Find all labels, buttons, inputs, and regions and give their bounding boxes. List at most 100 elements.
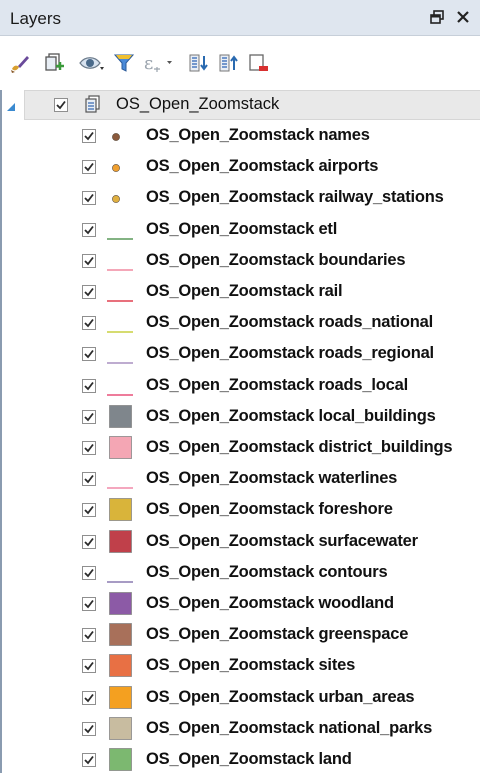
layer-label: OS_Open_Zoomstack contours [146, 562, 388, 581]
expand-all-icon[interactable] [186, 51, 210, 75]
layer-row[interactable]: OS_Open_Zoomstack airports [2, 151, 480, 182]
remove-layer-icon[interactable] [246, 51, 270, 75]
layer-row[interactable]: OS_Open_Zoomstack foreshore [2, 494, 480, 525]
line-symbol-icon [107, 384, 133, 402]
layer-checkbox[interactable] [82, 721, 96, 736]
panel-titlebar: Layers [0, 0, 480, 36]
layer-row[interactable]: OS_Open_Zoomstack roads_national [2, 307, 480, 338]
layer-checkbox[interactable] [82, 378, 96, 393]
layer-row[interactable]: OS_Open_Zoomstack sites [2, 650, 480, 681]
layer-label: OS_Open_Zoomstack roads_regional [146, 344, 434, 363]
layer-row[interactable]: OS_Open_Zoomstack surfacewater [2, 526, 480, 557]
layer-checkbox[interactable] [82, 316, 96, 331]
layer-label: OS_Open_Zoomstack names [146, 126, 370, 144]
fill-symbol-icon [109, 654, 133, 682]
layer-checkbox[interactable] [82, 129, 96, 143]
layer-label: OS_Open_Zoomstack local_buildings [146, 406, 436, 425]
layer-row[interactable]: OS_Open_Zoomstack national_parks [2, 713, 480, 744]
layer-row[interactable]: OS_Open_Zoomstack names [2, 120, 480, 151]
layer-checkbox[interactable] [82, 253, 96, 268]
layer-label: OS_Open_Zoomstack boundaries [146, 250, 406, 269]
fill-symbol-icon [109, 498, 133, 526]
layer-row[interactable]: OS_Open_Zoomstack contours [2, 557, 480, 588]
layer-tree: OS_Open_Zoomstack OS_Open_Zoomstack name… [0, 90, 480, 773]
group-checkbox[interactable] [54, 98, 68, 112]
layer-label: OS_Open_Zoomstack woodland [146, 594, 394, 612]
layer-checkbox[interactable] [82, 597, 96, 611]
close-icon[interactable] [454, 8, 472, 26]
point-symbol-icon [110, 130, 122, 148]
layer-checkbox[interactable] [82, 690, 96, 705]
fill-symbol-icon [109, 623, 133, 651]
fill-symbol-icon [109, 592, 133, 620]
layer-label: OS_Open_Zoomstack greenspace [146, 625, 409, 644]
layer-checkbox[interactable] [82, 472, 96, 487]
line-symbol-icon [107, 321, 133, 339]
svg-text:ε: ε [144, 53, 153, 74]
layer-label: OS_Open_Zoomstack national_parks [146, 718, 433, 737]
layer-row[interactable]: OS_Open_Zoomstack boundaries [2, 245, 480, 276]
layer-checkbox[interactable] [82, 753, 96, 767]
layer-row[interactable]: OS_Open_Zoomstack greenspace [2, 619, 480, 650]
layer-label: OS_Open_Zoomstack airports [146, 157, 379, 176]
layer-label: OS_Open_Zoomstack roads_local [146, 375, 408, 394]
layers-panel: Layers ε OS_Open_Zoomstack OS_Open_Zooms… [0, 0, 480, 773]
group-label: OS_Open_Zoomstack [116, 95, 280, 113]
layer-checkbox[interactable] [82, 409, 96, 424]
layer-label: OS_Open_Zoomstack surfacewater [146, 531, 418, 550]
layer-row[interactable]: OS_Open_Zoomstack rail [2, 276, 480, 307]
line-symbol-icon [107, 477, 133, 495]
expand-arrow-icon[interactable] [5, 100, 17, 118]
fill-symbol-icon [109, 685, 133, 714]
filter-by-expression-icon[interactable]: ε [142, 51, 172, 75]
panel-title: Layers [10, 9, 62, 28]
layer-checkbox[interactable] [82, 160, 96, 175]
line-symbol-icon [107, 259, 133, 277]
layer-checkbox[interactable] [82, 565, 96, 580]
layer-row[interactable]: OS_Open_Zoomstack land [2, 744, 480, 775]
undock-icon[interactable] [428, 8, 446, 26]
layer-label: OS_Open_Zoomstack waterlines [146, 469, 398, 488]
manage-map-themes-icon[interactable] [78, 51, 104, 75]
line-symbol-icon [107, 571, 133, 589]
line-symbol-icon [107, 290, 133, 308]
fill-symbol-icon [109, 529, 133, 558]
layer-label: OS_Open_Zoomstack urban_areas [146, 687, 415, 706]
collapse-all-icon[interactable] [216, 51, 240, 75]
layer-row[interactable]: OS_Open_Zoomstack woodland [2, 588, 480, 619]
add-group-icon[interactable] [42, 51, 66, 75]
layer-checkbox[interactable] [82, 222, 96, 237]
line-symbol-icon [107, 352, 133, 370]
layer-checkbox[interactable] [82, 534, 96, 549]
open-layer-styling-icon[interactable] [8, 51, 32, 75]
group-folder-icon [82, 94, 104, 121]
layer-row[interactable]: OS_Open_Zoomstack urban_areas [2, 682, 480, 713]
layer-row[interactable]: OS_Open_Zoomstack waterlines [2, 463, 480, 494]
layer-label: OS_Open_Zoomstack roads_national [146, 313, 434, 332]
layer-label: OS_Open_Zoomstack rail [146, 282, 343, 300]
layer-checkbox[interactable] [82, 503, 96, 518]
layer-row[interactable]: OS_Open_Zoomstack local_buildings [2, 401, 480, 432]
layer-checkbox[interactable] [82, 659, 96, 674]
layer-label: OS_Open_Zoomstack foreshore [146, 500, 393, 519]
fill-symbol-icon [109, 436, 133, 464]
line-symbol-icon [107, 228, 133, 246]
layer-row[interactable]: OS_Open_Zoomstack district_buildings [2, 432, 480, 463]
layers-toolbar: ε [0, 36, 480, 90]
layer-checkbox[interactable] [82, 347, 96, 362]
layer-label: OS_Open_Zoomstack railway_stations [146, 188, 444, 207]
point-symbol-icon [110, 192, 122, 210]
filter-legend-icon[interactable] [112, 51, 136, 75]
layer-checkbox[interactable] [82, 191, 96, 206]
layer-checkbox[interactable] [82, 628, 96, 643]
layer-row[interactable]: OS_Open_Zoomstack roads_regional [2, 338, 480, 369]
layer-label: OS_Open_Zoomstack etl [146, 219, 338, 238]
layer-label: OS_Open_Zoomstack land [146, 750, 352, 768]
layer-checkbox[interactable] [82, 441, 96, 455]
layer-label: OS_Open_Zoomstack sites [146, 656, 356, 675]
layer-row[interactable]: OS_Open_Zoomstack railway_stations [2, 182, 480, 213]
layer-checkbox[interactable] [82, 285, 96, 299]
fill-symbol-icon [109, 404, 133, 433]
layer-row[interactable]: OS_Open_Zoomstack roads_local [2, 370, 480, 401]
layer-row[interactable]: OS_Open_Zoomstack etl [2, 214, 480, 245]
